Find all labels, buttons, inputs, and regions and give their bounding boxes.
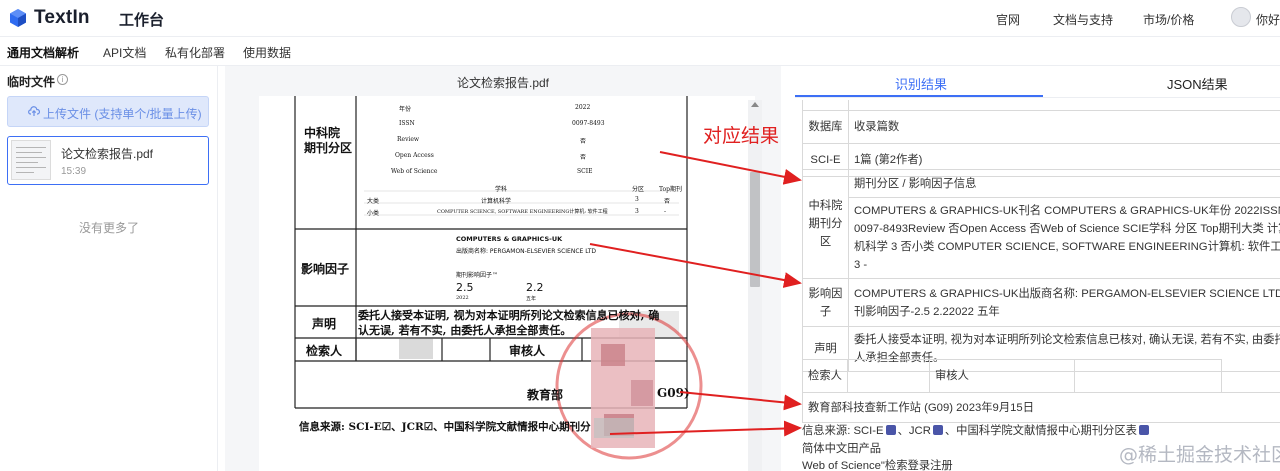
annotation-arrows — [589, 151, 802, 437]
arrow-org — [679, 391, 802, 411]
arrow-if — [589, 243, 802, 288]
annotation-label: 对应结果 — [703, 125, 780, 147]
watermark: @稀土掘金技术社区 — [1119, 444, 1280, 466]
arrow-jcr — [659, 151, 802, 185]
arrow-source — [609, 420, 802, 437]
